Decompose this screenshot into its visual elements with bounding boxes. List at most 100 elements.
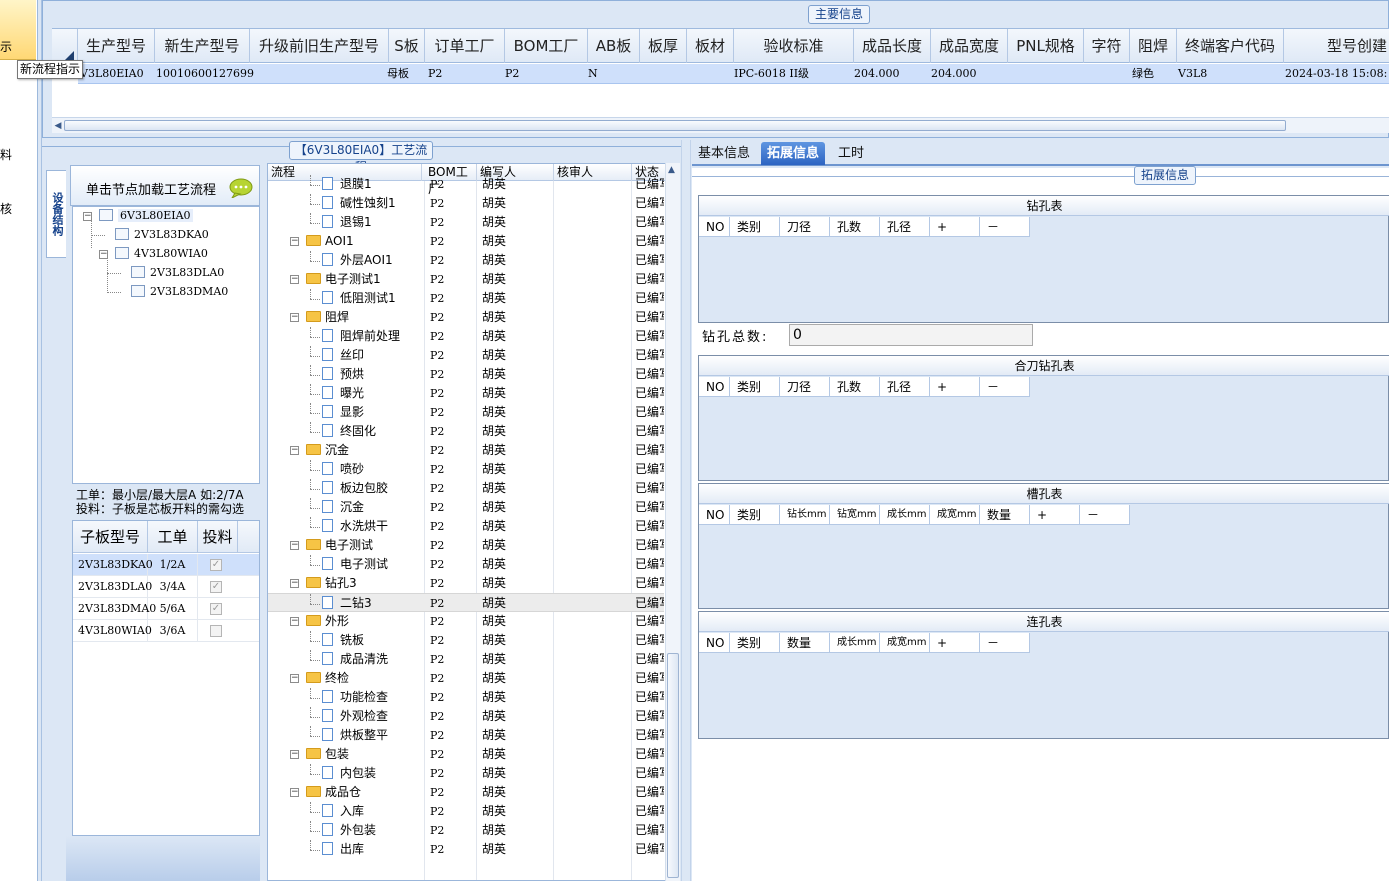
tree-node[interactable]: 4V3L80WIA0	[115, 247, 208, 260]
add-row-button[interactable]: +	[930, 217, 980, 237]
flow-step-row[interactable]: 出库 P2 胡英 已编写	[268, 840, 664, 859]
vertical-scrollbar[interactable]: ▲	[665, 163, 680, 881]
flow-group-row[interactable]: − 包装 P2 胡英 已编写	[268, 745, 664, 764]
collapse-icon[interactable]: −	[290, 674, 299, 683]
flow-step-row[interactable]: 显影 P2 胡英 已编写	[268, 403, 664, 422]
flow-group-row[interactable]: − 电子测试1 P2 胡英 已编写	[268, 270, 664, 289]
collapse-icon[interactable]: −	[290, 788, 299, 797]
column-header[interactable]: S板	[389, 29, 425, 63]
left-nav-item[interactable]: 示	[0, 38, 12, 55]
flow-group-row[interactable]: − AOI1 P2 胡英 已编写	[268, 232, 664, 251]
flow-group-row[interactable]: − 沉金 P2 胡英 已编写	[268, 441, 664, 460]
tree-node[interactable]: 2V3L83DLA0	[131, 266, 224, 279]
tab-basic-info[interactable]: 基本信息	[692, 142, 756, 165]
flow-step-row[interactable]: 功能检查 P2 胡英 已编写	[268, 688, 664, 707]
column-header[interactable]: NO	[699, 505, 730, 525]
column-header[interactable]: 工单	[148, 521, 198, 553]
flow-step-row[interactable]: 成品清洗 P2 胡英 已编写	[268, 650, 664, 669]
flow-step-row[interactable]: 沉金 P2 胡英 已编写	[268, 498, 664, 517]
flow-group-row[interactable]: − 钻孔3 P2 胡英 已编写	[268, 574, 664, 593]
flow-step-row[interactable]: 外包装 P2 胡英 已编写	[268, 821, 664, 840]
column-header[interactable]: 孔数	[830, 377, 880, 397]
column-header[interactable]: 类别	[730, 633, 780, 653]
column-header[interactable]: 字符	[1084, 29, 1130, 63]
column-header[interactable]: 类别	[730, 505, 780, 525]
panel-splitter[interactable]	[681, 140, 691, 881]
add-row-button[interactable]: +	[930, 377, 980, 397]
column-header[interactable]: 板厚	[640, 29, 687, 63]
column-header[interactable]: 成宽mm	[880, 633, 930, 653]
column-header[interactable]: 型号创建	[1284, 29, 1389, 63]
column-header[interactable]: 数量	[980, 505, 1030, 525]
drill-total-field[interactable]: 0	[789, 324, 1033, 346]
collapse-icon[interactable]: −	[290, 446, 299, 455]
column-header[interactable]: NO	[699, 377, 730, 397]
flow-step-row[interactable]: 阻焊前处理 P2 胡英 已编写	[268, 327, 664, 346]
flow-group-row[interactable]: − 阻焊 P2 胡英 已编写	[268, 308, 664, 327]
column-header[interactable]: 成品长度	[854, 29, 931, 63]
tab-work-hours[interactable]: 工时	[832, 142, 870, 165]
column-header[interactable]: 终端客户代码	[1177, 29, 1284, 63]
column-header[interactable]: 刀径	[780, 217, 830, 237]
column-header[interactable]: AB板	[588, 29, 640, 63]
collapse-icon[interactable]: −	[290, 617, 299, 626]
collapse-icon[interactable]: −	[290, 750, 299, 759]
column-header[interactable]: 生产型号	[78, 29, 155, 63]
collapse-icon[interactable]: −	[290, 275, 299, 284]
flow-step-row[interactable]: 曝光 P2 胡英 已编写	[268, 384, 664, 403]
scrollbar-thumb[interactable]	[667, 653, 679, 878]
column-header[interactable]: 成宽mm	[930, 505, 980, 525]
collapse-icon[interactable]: −	[290, 541, 299, 550]
flow-step-row[interactable]: 入库 P2 胡英 已编写	[268, 802, 664, 821]
flow-group-row[interactable]: − 外形 P2 胡英 已编写	[268, 612, 664, 631]
flow-step-row[interactable]: 水洗烘干 P2 胡英 已编写	[268, 517, 664, 536]
tree-node-root[interactable]: 6V3L80EIA0	[99, 209, 193, 222]
table-row[interactable]: V3L80EIA0 10010600127699 母板 P2 P2 N IPC-…	[78, 64, 1389, 84]
remove-row-button[interactable]: －	[1080, 505, 1130, 525]
column-header[interactable]: NO	[699, 217, 730, 237]
column-header[interactable]: 成品宽度	[931, 29, 1008, 63]
left-nav-item[interactable]: 料	[0, 146, 12, 163]
flow-step-row[interactable]: 丝印 P2 胡英 已编写	[268, 346, 664, 365]
column-header[interactable]: 孔数	[830, 217, 880, 237]
feed-checkbox[interactable]: ✓	[210, 559, 222, 571]
tab-extended-info[interactable]: 拓展信息	[761, 142, 826, 165]
feed-checkbox[interactable]	[210, 625, 222, 637]
horizontal-scrollbar[interactable]: ◀	[52, 117, 1389, 133]
column-header[interactable]: 成长mm	[830, 633, 880, 653]
column-header[interactable]: 新生产型号	[155, 29, 250, 63]
flow-step-row[interactable]: 板边包胶 P2 胡英 已编写	[268, 479, 664, 498]
flow-step-row[interactable]: 二钻3 P2 胡英 已编写	[268, 593, 664, 612]
column-header[interactable]: 阻焊	[1130, 29, 1177, 63]
feed-checkbox[interactable]: ✓	[210, 603, 222, 615]
flow-step-row[interactable]: 内包装 P2 胡英 已编写	[268, 764, 664, 783]
sub-board-row[interactable]: 2V3L83DMA0 5/6A ✓	[73, 598, 259, 620]
sub-board-row[interactable]: 2V3L83DKA0 1/2A ✓	[73, 554, 259, 576]
column-header[interactable]: 订单工厂	[425, 29, 505, 63]
flow-step-row[interactable]: 烘板整平 P2 胡英 已编写	[268, 726, 664, 745]
flow-step-row[interactable]: 外层AOI1 P2 胡英 已编写	[268, 251, 664, 270]
column-header[interactable]: NO	[699, 633, 730, 653]
column-header[interactable]: 类别	[730, 217, 780, 237]
column-header[interactable]: 投料	[198, 521, 238, 553]
column-header[interactable]: 验收标准	[734, 29, 854, 63]
remove-row-button[interactable]: －	[980, 633, 1030, 653]
column-header[interactable]: 板材	[687, 29, 734, 63]
column-header[interactable]: 升级前旧生产型号	[250, 29, 389, 63]
column-header[interactable]: 刀径	[780, 377, 830, 397]
collapse-icon[interactable]: −	[83, 212, 92, 221]
column-header[interactable]: 成长mm	[880, 505, 930, 525]
flow-step-row[interactable]: 退膜1 P2 胡英 已编写	[268, 175, 664, 194]
tree-splitter[interactable]	[260, 165, 267, 881]
collapse-icon[interactable]: −	[290, 313, 299, 322]
column-header[interactable]: 孔径	[880, 377, 930, 397]
left-nav-item[interactable]: 核	[0, 200, 12, 217]
flow-step-row[interactable]: 终固化 P2 胡英 已编写	[268, 422, 664, 441]
flow-group-row[interactable]: − 终检 P2 胡英 已编写	[268, 669, 664, 688]
side-tab-structure[interactable]: 设备结构	[46, 170, 66, 258]
add-row-button[interactable]: +	[930, 633, 980, 653]
flow-step-row[interactable]: 低阻测试1 P2 胡英 已编写	[268, 289, 664, 308]
flow-step-row[interactable]: 碱性蚀刻1 P2 胡英 已编写	[268, 194, 664, 213]
feed-checkbox[interactable]: ✓	[210, 581, 222, 593]
remove-row-button[interactable]: －	[980, 377, 1030, 397]
